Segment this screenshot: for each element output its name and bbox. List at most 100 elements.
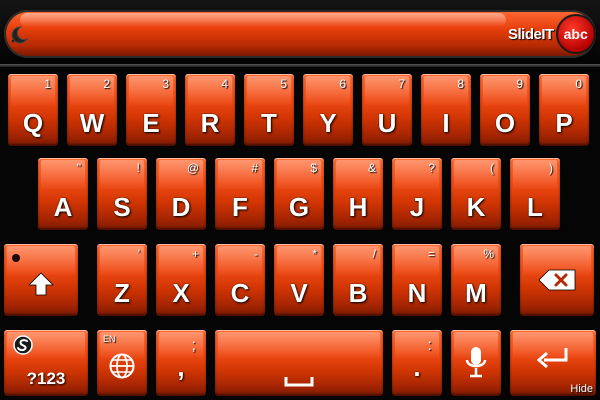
hide-label[interactable]: Hide [570,383,593,395]
key-y[interactable]: 6 Y [303,74,353,146]
suggestion-bar: SlideIT abc [0,0,600,66]
key-t[interactable]: 5 T [244,74,294,146]
key-sub-label: - [254,247,258,261]
key-sub-label: % [483,247,494,261]
key-b[interactable]: / B [333,244,383,316]
key-label: K [466,192,486,222]
key-v[interactable]: * V [274,244,324,316]
enter-return-icon [536,347,568,368]
key-d[interactable]: @ D [156,158,206,230]
key-label: J [409,192,425,222]
key-o[interactable]: 9 O [480,74,530,146]
key-sub-label: / [372,247,376,261]
key-sub-label: : [427,337,432,354]
key-label: B [348,278,368,308]
key-sub-label: ( [490,161,494,175]
shift-key[interactable] [4,244,78,316]
topbar-divider [0,64,600,67]
slideit-logo[interactable]: SlideIT abc [504,12,596,56]
key-k[interactable]: ( K [451,158,501,230]
key-label: C [230,278,250,308]
key-p[interactable]: 0 P [539,74,589,146]
key-m[interactable]: % M [451,244,501,316]
symbols-label: ?123 [26,369,66,388]
key-r[interactable]: 4 R [185,74,235,146]
comma-key[interactable]: ; , [156,330,206,396]
space-key[interactable] [215,330,383,396]
key-q[interactable]: 1 Q [8,74,58,146]
key-label: I [442,108,450,138]
key-label: N [407,278,427,308]
key-sub-label: + [191,247,199,261]
key-sub-label: @ [186,161,199,175]
key-j[interactable]: ? J [392,158,442,230]
moon-collapse-icon[interactable] [8,24,30,46]
backspace-icon [538,269,576,291]
key-sub-label: ! [136,161,140,175]
key-sub-label: 5 [280,77,287,91]
backspace-key[interactable] [520,244,594,316]
globe-icon [109,353,135,379]
key-sub-label: ) [549,161,553,175]
microphone-icon [465,347,487,378]
key-c[interactable]: - C [215,244,265,316]
symbols-key[interactable]: ?123 [4,330,88,396]
key-label: T [261,108,277,138]
key-u[interactable]: 7 U [362,74,412,146]
key-label: G [288,192,310,222]
key-i[interactable]: 8 I [421,74,471,146]
key-l[interactable]: ) L [510,158,560,230]
key-label: D [171,192,191,222]
language-label: EN [103,334,116,344]
key-sub-label: 2 [103,77,110,91]
key-n[interactable]: = N [392,244,442,316]
key-label: Q [22,108,44,138]
key-x[interactable]: + X [156,244,206,316]
key-h[interactable]: & H [333,158,383,230]
key-label: , [177,352,185,382]
key-label: . [413,352,421,382]
key-label: L [527,192,543,222]
key-label: P [555,108,573,138]
key-z[interactable]: ' Z [97,244,147,316]
key-sub-label: " [76,161,81,175]
key-sub-label: 8 [457,77,464,91]
key-label: Y [319,108,337,138]
key-label: R [200,108,220,138]
key-sub-label: 6 [339,77,346,91]
key-label: U [377,108,397,138]
key-sub-label: & [367,161,376,175]
key-e[interactable]: 3 E [126,74,176,146]
key-label: O [494,108,516,138]
microphone-key[interactable] [451,330,501,396]
caps-indicator [12,254,20,262]
shift-arrow-icon [28,272,54,295]
key-sub-label: * [312,247,317,261]
key-sub-label: = [427,247,435,261]
key-label: E [142,108,160,138]
key-label: V [290,278,308,308]
slideit-logo-icon [13,335,33,355]
brand-name: SlideIT [508,25,554,43]
key-w[interactable]: 2 W [67,74,117,146]
key-label: A [53,192,73,222]
key-sub-label: ; [191,337,196,354]
key-sub-label: 4 [221,77,228,91]
key-sub-label: 0 [575,77,582,91]
key-sub-label: $ [310,161,317,175]
key-s[interactable]: ! S [97,158,147,230]
key-a[interactable]: " A [38,158,88,230]
enter-key[interactable]: Hide [510,330,596,396]
key-sub-label: 1 [44,77,51,91]
key-sub-label: 7 [398,77,405,91]
language-key[interactable]: EN [97,330,147,396]
key-label: S [113,192,131,222]
brand-abc-badge: abc [555,14,596,54]
key-g[interactable]: $ G [274,158,324,230]
key-sub-label: # [251,161,258,175]
key-label: X [172,278,190,308]
key-f[interactable]: # F [215,158,265,230]
key-label: W [79,108,105,138]
key-sub-label: 9 [516,77,523,91]
period-key[interactable]: : . [392,330,442,396]
